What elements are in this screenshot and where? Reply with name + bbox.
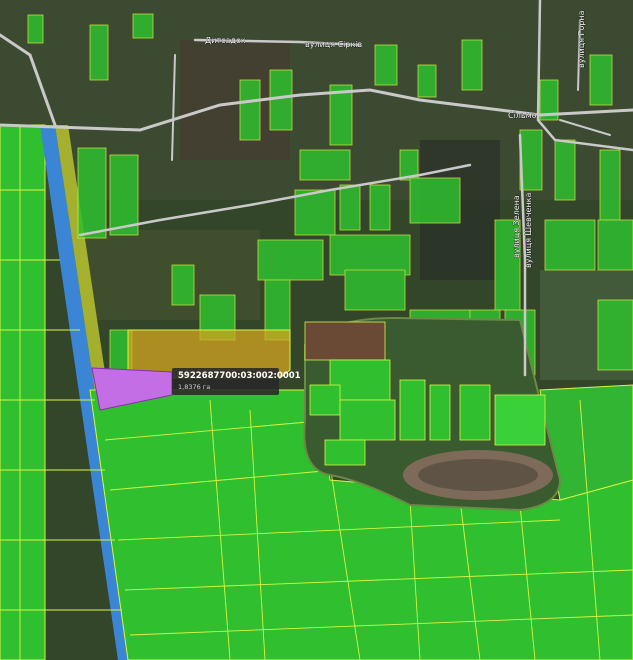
cadastral-map[interactable]: Дитсадок вулиця Сірків Сільмо вулиця Шев… bbox=[0, 0, 633, 660]
cadastral-number: 5922687700:03:002:0001 bbox=[178, 371, 301, 381]
map-canvas[interactable]: Дитсадок вулиця Сірків Сільмо вулиця Шев… bbox=[0, 0, 633, 660]
street-label-gorna: вулиця Горна bbox=[577, 10, 586, 68]
street-label-zelena: вулиця Зелена bbox=[512, 195, 521, 258]
left-field-zone bbox=[0, 124, 46, 660]
street-label-selmo: Сільмо bbox=[508, 111, 537, 120]
parcel-area: 1,8376 га bbox=[178, 383, 211, 391]
street-label-sirykiv: вулиця Сірків bbox=[305, 40, 363, 49]
street-label-shevchenka: вулиця Шевченка bbox=[524, 193, 533, 268]
parcel-info-popup[interactable]: 5922687700:03:002:0001 1,8376 га bbox=[172, 368, 301, 395]
street-label-dytsadok: Дитсадок bbox=[205, 36, 246, 45]
